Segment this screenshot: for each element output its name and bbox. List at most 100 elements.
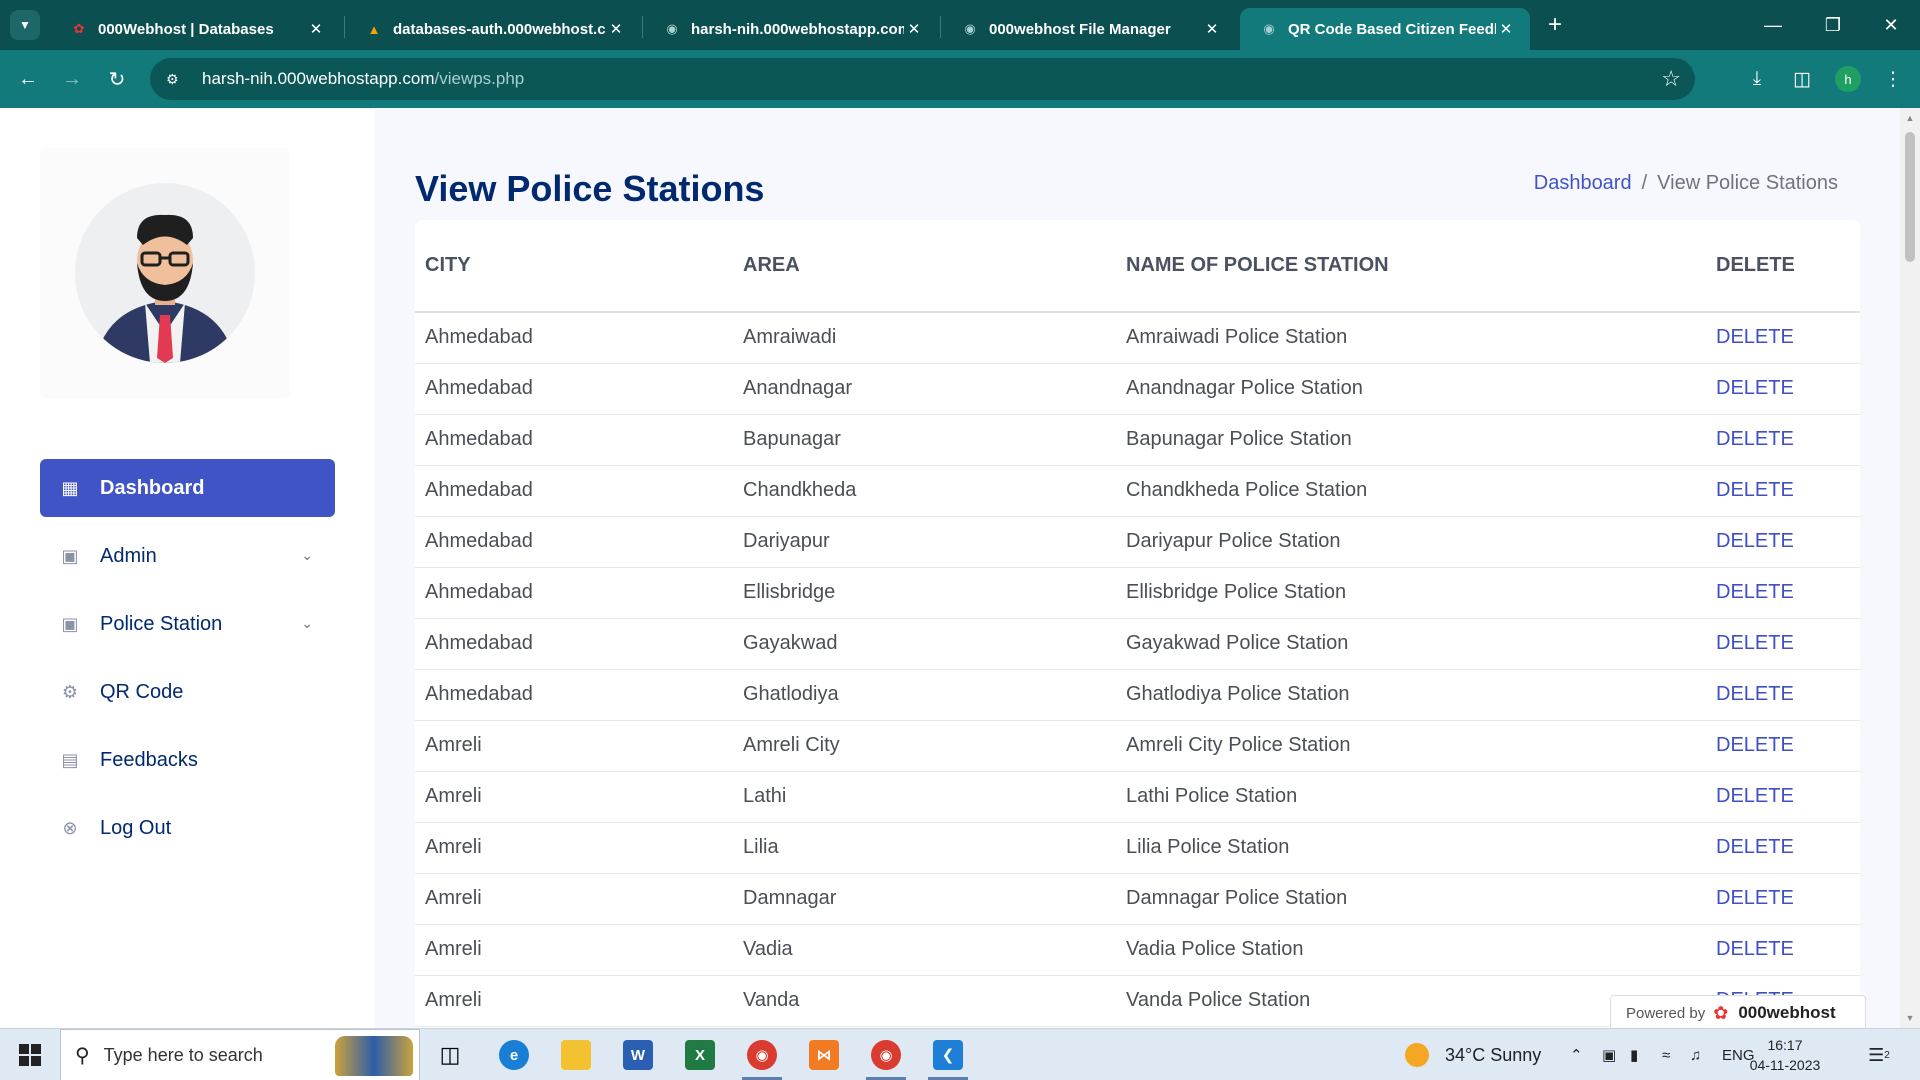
bookmark-star-icon[interactable]: ☆ <box>1661 66 1681 92</box>
delete-link[interactable]: DELETE <box>1706 516 1860 568</box>
sidebar-item-log-out[interactable]: ⊗ Log Out <box>40 799 335 857</box>
police-stations-card: CITY AREA NAME OF POLICE STATION DELETE … <box>415 220 1860 1040</box>
cell-city: Ahmedabad <box>415 618 733 670</box>
avatar-card <box>40 148 290 398</box>
police-stations-table: CITY AREA NAME OF POLICE STATION DELETE … <box>415 220 1860 1027</box>
meet-icon[interactable]: ▣ <box>1602 1029 1616 1080</box>
close-tab-icon[interactable]: ✕ <box>606 19 626 39</box>
notification-icon[interactable]: ☰ 2 <box>1865 1041 1893 1069</box>
scroll-up-icon[interactable]: ▲ <box>1900 110 1920 126</box>
task-view-icon[interactable]: ◫ <box>430 1037 470 1073</box>
tab-databases[interactable]: ✿ 000Webhost | Databases ✕ <box>50 8 340 50</box>
chrome-profile-icon[interactable]: ◉ <box>866 1037 906 1073</box>
breadcrumb-dashboard-link[interactable]: Dashboard <box>1534 172 1632 194</box>
chevron-down-icon[interactable]: ⌄ <box>301 615 313 632</box>
taskbar-search-input[interactable]: ⚲ Type here to search <box>60 1029 420 1080</box>
kebab-menu-icon[interactable]: ⋮ <box>1878 64 1908 94</box>
table-row: Ahmedabad Ellisbridge Ellisbridge Police S… <box>415 567 1860 619</box>
cell-station-name: Amraiwadi Police Station <box>1116 312 1706 364</box>
scrollbar-thumb[interactable] <box>1905 132 1915 262</box>
cell-city: Ahmedabad <box>415 312 733 364</box>
close-tab-icon[interactable]: ✕ <box>1496 19 1516 39</box>
browser-toolbar: ← → ↻ ⚙ harsh-nih.000webhostapp.com/view… <box>0 50 1920 108</box>
column-header-delete: DELETE <box>1706 220 1860 313</box>
delete-link[interactable]: DELETE <box>1706 414 1860 466</box>
volume-icon[interactable]: ♫ <box>1690 1029 1701 1080</box>
cell-area: Dariyapur <box>733 516 1116 568</box>
table-row: Ahmedabad Gayakwad Gayakwad Police Station… <box>415 618 1860 670</box>
battery-icon[interactable]: ▮ <box>1630 1029 1638 1080</box>
table-row: Ahmedabad Amraiwadi Amraiwadi Police Stati… <box>415 312 1860 364</box>
profile-avatar[interactable]: h <box>1835 66 1861 92</box>
cell-area: Chandkheda <box>733 465 1116 517</box>
weather-widget[interactable]: 34°C Sunny <box>1405 1029 1541 1080</box>
cell-area: Amreli City <box>733 720 1116 772</box>
table-header-row: CITY AREA NAME OF POLICE STATION DELETE <box>415 220 1860 313</box>
sidebar-item-dashboard[interactable]: ▦ Dashboard <box>40 459 335 517</box>
close-tab-icon[interactable]: ✕ <box>1202 19 1222 39</box>
forward-icon[interactable]: → <box>57 64 87 94</box>
minimize-icon[interactable]: — <box>1750 0 1796 50</box>
close-tab-icon[interactable]: ✕ <box>904 19 924 39</box>
tab-databases-auth[interactable]: ▲ databases-auth.000webhost.com ✕ <box>345 8 640 50</box>
file-explorer-icon[interactable] <box>556 1037 596 1073</box>
new-tab-button[interactable]: + <box>1540 10 1570 40</box>
address-bar[interactable]: ⚙ harsh-nih.000webhostapp.com/viewps.php… <box>150 58 1695 100</box>
restore-icon[interactable]: ❐ <box>1810 0 1856 50</box>
vscode-icon[interactable]: ❮ <box>928 1037 968 1073</box>
cell-city: Amreli <box>415 720 733 772</box>
sidebar-item-police-station[interactable]: ▣ Police Station ⌄ <box>40 595 335 653</box>
column-header-station-name: NAME OF POLICE STATION <box>1116 220 1706 313</box>
site-info-icon[interactable]: ⚙ <box>166 71 186 88</box>
download-icon[interactable]: ⤓ <box>1742 64 1772 94</box>
excel-icon[interactable]: X <box>680 1037 720 1073</box>
tray-chevron-icon[interactable]: ⌃ <box>1570 1029 1583 1080</box>
close-window-icon[interactable]: ✕ <box>1868 0 1914 50</box>
sidebar-item-admin[interactable]: ▣ Admin ⌄ <box>40 527 335 585</box>
windows-start-icon[interactable] <box>10 1039 50 1071</box>
scroll-down-icon[interactable]: ▼ <box>1900 1010 1920 1026</box>
phpmyadmin-icon: ▲ <box>367 21 381 37</box>
table-row: Ahmedabad Anandnagar Anandnagar Police Sta… <box>415 363 1860 415</box>
cell-area: Bapunagar <box>733 414 1116 466</box>
cell-station-name: Lilia Police Station <box>1116 822 1706 874</box>
cell-city: Amreli <box>415 822 733 874</box>
word-icon[interactable]: W <box>618 1037 658 1073</box>
taskbar-clock[interactable]: 16:17 04-11-2023 <box>1745 1035 1825 1075</box>
tab-file-manager[interactable]: ◉ 000webhost File Manager ✕ <box>941 8 1236 50</box>
delete-link[interactable]: DELETE <box>1706 567 1860 619</box>
windows-taskbar: ⚲ Type here to search ◫ e W X ◉ ⋈ ◉ ❮ 34… <box>0 1028 1920 1080</box>
reload-icon[interactable]: ↻ <box>102 64 132 94</box>
delete-link[interactable]: DELETE <box>1706 720 1860 772</box>
powered-by-badge[interactable]: Powered by ✿ 000webhost <box>1610 995 1866 1031</box>
globe-icon: ◉ <box>964 21 976 36</box>
cell-station-name: Gayakwad Police Station <box>1116 618 1706 670</box>
close-tab-icon[interactable]: ✕ <box>306 19 326 39</box>
cell-area: Anandnagar <box>733 363 1116 415</box>
side-panel-icon[interactable]: ◫ <box>1787 64 1817 94</box>
cell-area: Ellisbridge <box>733 567 1116 619</box>
delete-link[interactable]: DELETE <box>1706 771 1860 823</box>
sidebar-item-feedbacks[interactable]: ▤ Feedbacks <box>40 731 335 789</box>
tab-qr-feedback[interactable]: ◉ QR Code Based Citizen Feedback ✕ <box>1240 8 1530 50</box>
page-scrollbar[interactable]: ▲ ▼ <box>1900 108 1920 1028</box>
chrome-icon[interactable]: ◉ <box>742 1037 782 1073</box>
tab-harsh-nih[interactable]: ◉ harsh-nih.000webhostapp.com ✕ <box>643 8 938 50</box>
tab-search-button[interactable]: ▼ <box>10 10 40 40</box>
chevron-down-icon[interactable]: ⌄ <box>301 547 313 564</box>
delete-link[interactable]: DELETE <box>1706 669 1860 721</box>
delete-link[interactable]: DELETE <box>1706 363 1860 415</box>
sidebar-item-qr-code[interactable]: ⚙ QR Code <box>40 663 335 721</box>
delete-link[interactable]: DELETE <box>1706 465 1860 517</box>
delete-link[interactable]: DELETE <box>1706 873 1860 925</box>
delete-link[interactable]: DELETE <box>1706 924 1860 976</box>
delete-link[interactable]: DELETE <box>1706 618 1860 670</box>
cell-area: Damnagar <box>733 873 1116 925</box>
table-row: Amreli Vadia Vadia Police Station DELETE <box>415 924 1860 976</box>
xampp-icon[interactable]: ⋈ <box>804 1037 844 1073</box>
delete-link[interactable]: DELETE <box>1706 822 1860 874</box>
back-icon[interactable]: ← <box>13 64 43 94</box>
edge-browser-icon[interactable]: e <box>494 1037 534 1073</box>
delete-link[interactable]: DELETE <box>1706 312 1860 364</box>
wifi-icon[interactable]: ≈ <box>1662 1029 1670 1080</box>
